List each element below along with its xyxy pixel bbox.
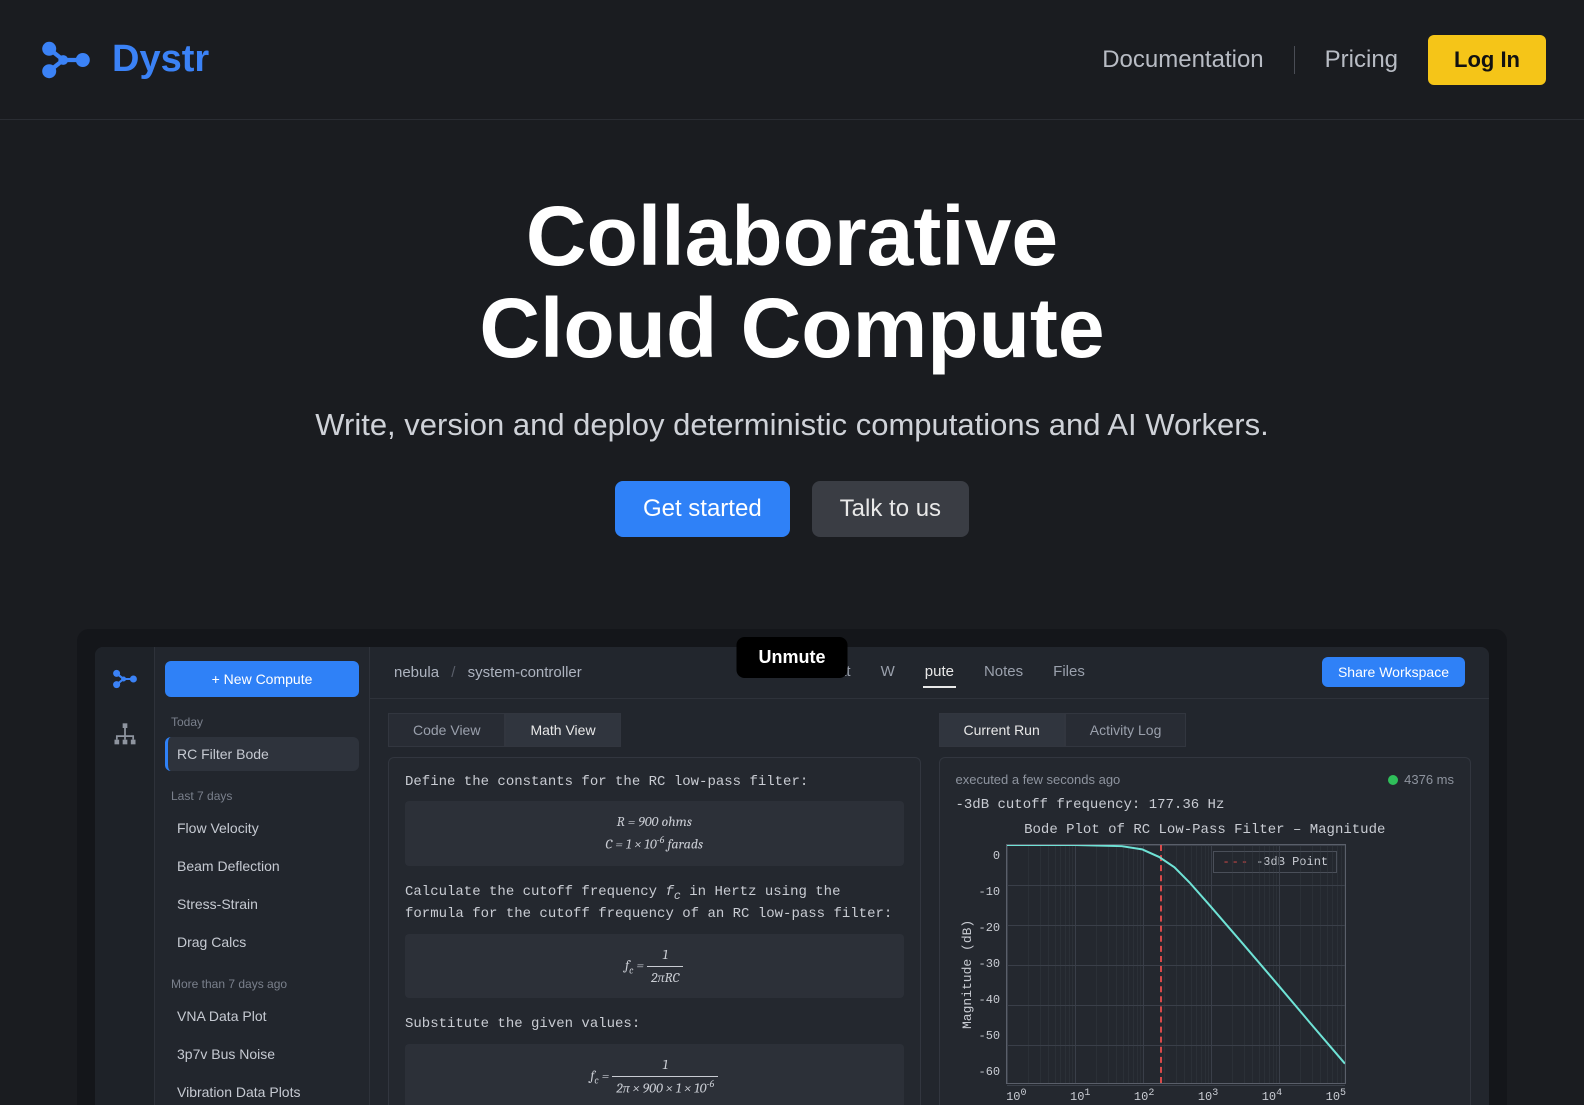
hero-title-line1: Collaborative bbox=[526, 189, 1058, 283]
sidebar-item[interactable]: Stress-Strain bbox=[165, 887, 359, 921]
main: nebula / system-controller Chat W pute N… bbox=[370, 647, 1489, 1105]
run-subtabs: Current Run Activity Log bbox=[939, 713, 1472, 747]
get-started-button[interactable]: Get started bbox=[615, 481, 790, 537]
hero-title: Collaborative Cloud Compute bbox=[0, 190, 1584, 375]
chart-ylabel: Magnitude (dB) bbox=[956, 844, 979, 1104]
talk-to-us-button[interactable]: Talk to us bbox=[812, 481, 969, 537]
sidebar-item[interactable]: Vibration Data Plots bbox=[165, 1075, 359, 1105]
app-topbar: nebula / system-controller Chat W pute N… bbox=[370, 647, 1489, 699]
group-label: More than 7 days ago bbox=[171, 977, 359, 991]
equation-constants: R = 900 ohms C = 1 × 10-6 farads bbox=[405, 801, 904, 865]
sidebar-item[interactable]: VNA Data Plot bbox=[165, 999, 359, 1033]
subtab-activity-log[interactable]: Activity Log bbox=[1065, 713, 1187, 747]
breadcrumb-project[interactable]: system-controller bbox=[468, 664, 582, 681]
run-timing: 4376 ms bbox=[1388, 772, 1454, 787]
demo-frame: Unmute + New Compute Today RC Filter Bod… bbox=[77, 629, 1507, 1105]
run-executed-label: executed a few seconds ago bbox=[956, 772, 1121, 787]
sidebar-item[interactable]: Drag Calcs bbox=[165, 925, 359, 959]
breadcrumb: nebula / system-controller bbox=[394, 664, 582, 681]
tab-notes[interactable]: Notes bbox=[982, 657, 1025, 688]
run-column: Current Run Activity Log executed a few … bbox=[939, 713, 1472, 1105]
math-text: Define the constants for the RC low-pass… bbox=[405, 772, 904, 794]
nav-separator bbox=[1294, 46, 1295, 74]
nav-pricing[interactable]: Pricing bbox=[1325, 46, 1398, 74]
equation-sub: fc = 12π × 900 × 1 × 10-6 bbox=[405, 1044, 904, 1105]
bode-chart: Magnitude (dB) 0-10-20-30-40-50-60 ----3… bbox=[956, 844, 1455, 1104]
math-panel: Define the constants for the RC low-pass… bbox=[388, 757, 921, 1105]
unmute-button[interactable]: Unmute bbox=[737, 637, 848, 678]
breadcrumb-sep: / bbox=[451, 664, 455, 681]
breadcrumb-workspace[interactable]: nebula bbox=[394, 664, 439, 681]
app-window: + New Compute Today RC Filter Bode Last … bbox=[95, 647, 1489, 1105]
group-label: Last 7 days bbox=[171, 789, 359, 803]
run-result: -3dB cutoff frequency: 177.36 Hz bbox=[956, 795, 1455, 817]
top-tabs: Chat W pute Notes Files bbox=[817, 657, 1087, 688]
hero: Collaborative Cloud Compute Write, versi… bbox=[0, 120, 1584, 577]
sidebar-item[interactable]: Flow Velocity bbox=[165, 811, 359, 845]
run-panel: executed a few seconds ago 4376 ms -3dB … bbox=[939, 757, 1472, 1105]
login-button[interactable]: Log In bbox=[1428, 35, 1546, 85]
subtab-math-view[interactable]: Math View bbox=[505, 713, 620, 747]
group-label: Today bbox=[171, 715, 359, 729]
sidebar: + New Compute Today RC Filter Bode Last … bbox=[155, 647, 370, 1105]
new-compute-button[interactable]: + New Compute bbox=[165, 661, 359, 697]
tab-w-partial[interactable]: W bbox=[879, 657, 897, 688]
math-text: Calculate the cutoff frequency fc in Her… bbox=[405, 882, 904, 927]
tab-files[interactable]: Files bbox=[1051, 657, 1087, 688]
sidebar-item[interactable]: Beam Deflection bbox=[165, 849, 359, 883]
tab-compute[interactable]: pute bbox=[923, 657, 956, 688]
chart-plot-area: ----3dB Point bbox=[1006, 844, 1346, 1084]
subtab-current-run[interactable]: Current Run bbox=[939, 713, 1065, 747]
hero-subtitle: Write, version and deploy deterministic … bbox=[0, 407, 1584, 443]
math-column: Code View Math View Define the constants… bbox=[388, 713, 921, 1105]
brand-name: Dystr bbox=[112, 38, 209, 81]
sidebar-item-rc-filter-bode[interactable]: RC Filter Bode bbox=[165, 737, 359, 771]
top-nav: Dystr Documentation Pricing Log In bbox=[0, 0, 1584, 120]
chart-yticks: 0-10-20-30-40-50-60 bbox=[979, 844, 1007, 1084]
brand[interactable]: Dystr bbox=[38, 32, 209, 88]
status-dot-icon bbox=[1388, 775, 1398, 785]
view-subtabs: Code View Math View bbox=[388, 713, 921, 747]
hero-title-line2: Cloud Compute bbox=[479, 281, 1104, 375]
run-header: executed a few seconds ago 4376 ms bbox=[956, 772, 1455, 787]
nav-right: Documentation Pricing Log In bbox=[1102, 35, 1546, 85]
subtab-code-view[interactable]: Code View bbox=[388, 713, 505, 747]
chart-xticks: 100101102103104105 bbox=[1006, 1088, 1346, 1104]
math-text: Substitute the given values: bbox=[405, 1014, 904, 1036]
equation-fc: fc = 12πRC bbox=[405, 934, 904, 998]
cta-row: Get started Talk to us bbox=[0, 481, 1584, 537]
chart-title: Bode Plot of RC Low-Pass Filter – Magnit… bbox=[956, 822, 1455, 838]
app-body: Code View Math View Define the constants… bbox=[370, 699, 1489, 1105]
sidebar-item[interactable]: 3p7v Bus Noise bbox=[165, 1037, 359, 1071]
icon-rail bbox=[95, 647, 155, 1105]
nav-documentation[interactable]: Documentation bbox=[1102, 46, 1263, 74]
tree-icon[interactable] bbox=[111, 721, 139, 749]
share-workspace-button[interactable]: Share Workspace bbox=[1322, 657, 1465, 687]
logo-small-icon[interactable] bbox=[111, 665, 139, 693]
logo-icon bbox=[38, 32, 94, 88]
